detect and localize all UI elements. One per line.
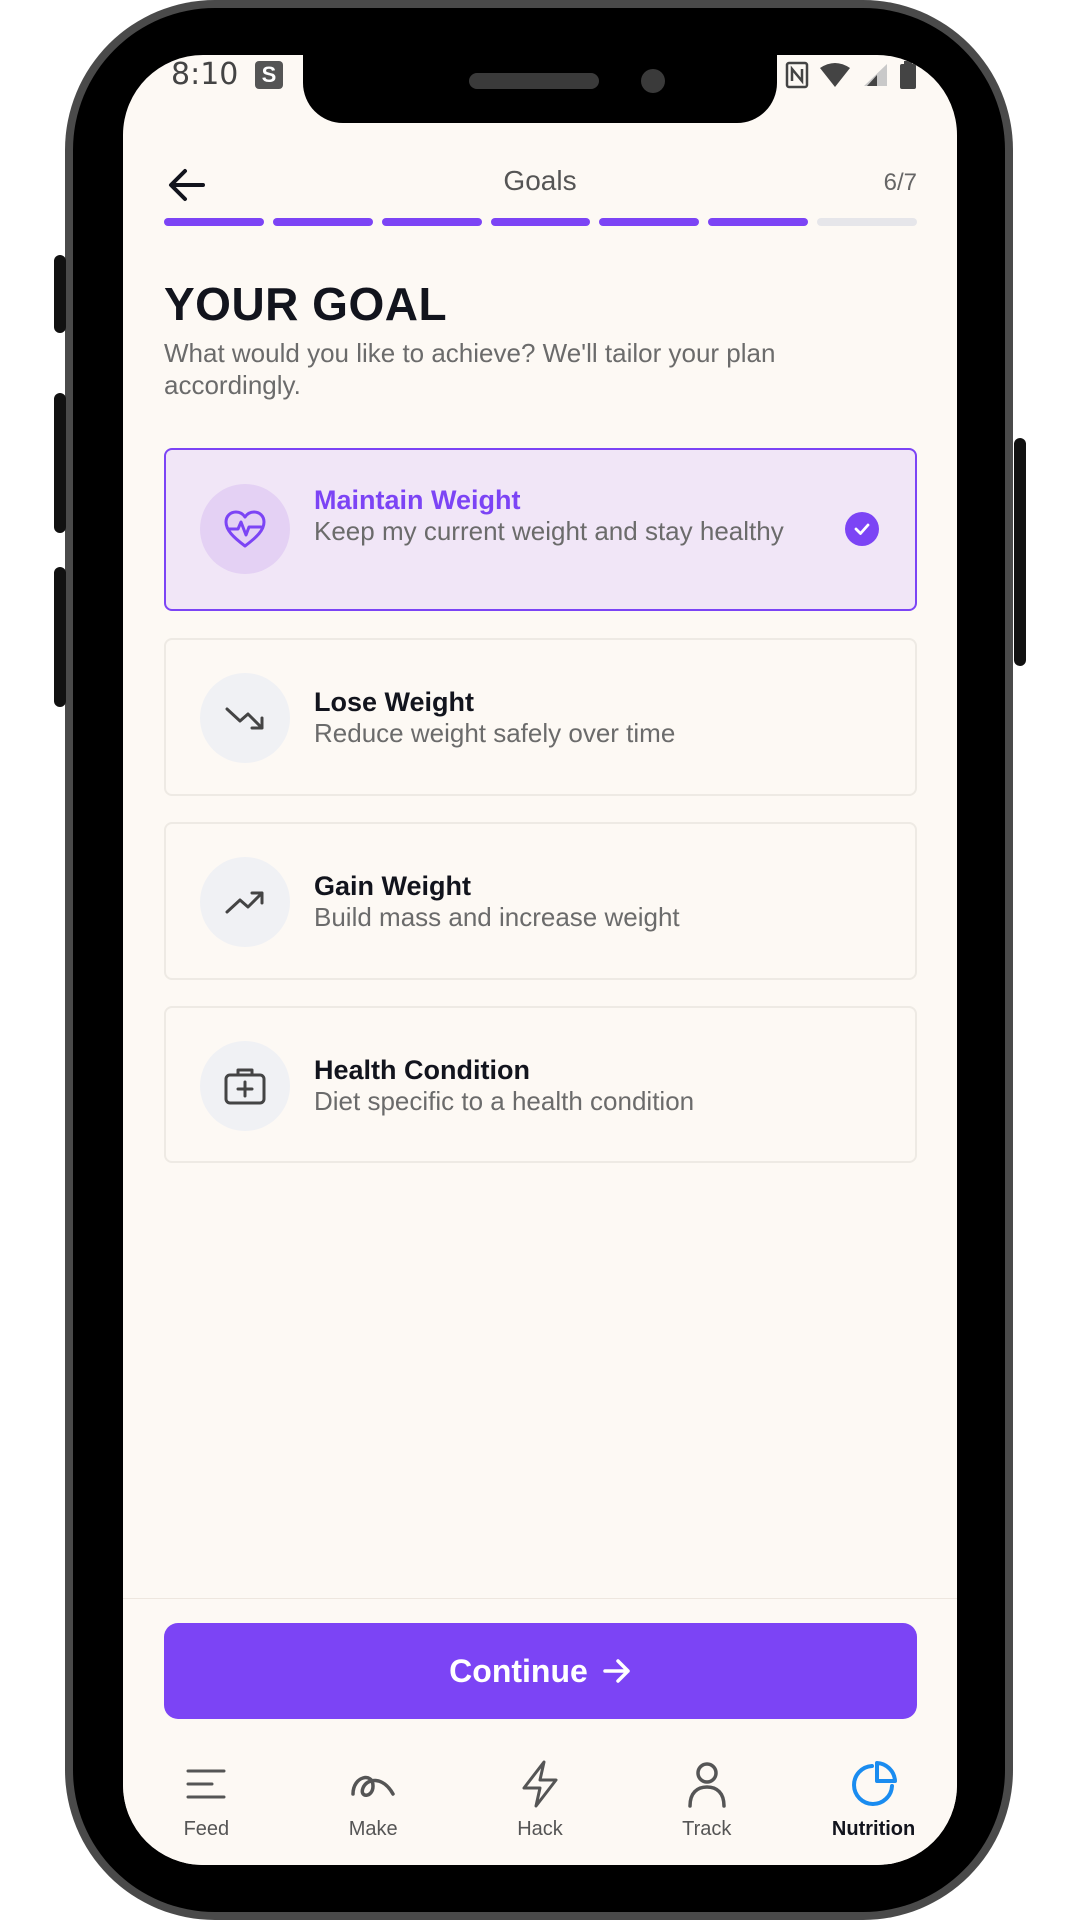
progress-segment bbox=[164, 218, 264, 226]
option-description: Keep my current weight and stay healthy bbox=[314, 516, 784, 546]
status-time: 8:10 bbox=[171, 57, 239, 92]
progress-segment bbox=[272, 218, 373, 226]
header: Goals 6/7 bbox=[123, 145, 957, 225]
progress-segment bbox=[708, 218, 809, 226]
signal-icon bbox=[864, 64, 887, 86]
tab-label: Track bbox=[682, 1818, 732, 1840]
make-icon bbox=[349, 1760, 397, 1808]
option-gain-weight[interactable]: Gain Weight Build mass and increase weig… bbox=[164, 822, 917, 980]
option-maintain-weight[interactable]: Maintain Weight Keep my current weight a… bbox=[164, 448, 917, 611]
option-title: Health Condition bbox=[314, 1055, 530, 1085]
progress-segment bbox=[381, 218, 482, 226]
bolt-icon bbox=[516, 1760, 564, 1808]
option-description: Diet specific to a health condition bbox=[314, 1086, 695, 1116]
trend-up-icon bbox=[225, 891, 264, 914]
feed-icon bbox=[182, 1760, 230, 1808]
camera-notch bbox=[303, 55, 777, 123]
side-button bbox=[54, 393, 66, 533]
tab-hack[interactable]: Hack bbox=[457, 1750, 624, 1865]
side-button bbox=[1014, 438, 1026, 666]
arrow-right-icon bbox=[603, 1659, 630, 1683]
footer-divider bbox=[123, 1598, 957, 1599]
option-text: Lose Weight Reduce weight safely over ti… bbox=[314, 686, 834, 749]
speaker-grille bbox=[469, 73, 599, 89]
progress-segment bbox=[599, 218, 700, 226]
tab-nutrition[interactable]: Nutrition bbox=[790, 1750, 957, 1865]
progress-segment bbox=[817, 218, 918, 226]
option-title: Lose Weight bbox=[314, 687, 475, 717]
option-text: Maintain Weight Keep my current weight a… bbox=[314, 484, 834, 547]
continue-button[interactable]: Continue bbox=[164, 1623, 917, 1719]
tab-label: Hack bbox=[517, 1818, 563, 1840]
option-text: Health Condition Diet specific to a heal… bbox=[314, 1054, 834, 1117]
nfc-icon bbox=[785, 61, 809, 89]
progress-segment bbox=[490, 218, 591, 226]
tab-label: Nutrition bbox=[831, 1818, 916, 1840]
option-text: Gain Weight Build mass and increase weig… bbox=[314, 870, 834, 933]
battery-icon bbox=[900, 61, 916, 89]
heart-pulse-icon bbox=[224, 510, 266, 548]
step-counter: 6/7 bbox=[883, 169, 917, 196]
option-health-condition[interactable]: Health Condition Diet specific to a heal… bbox=[164, 1006, 917, 1163]
tab-feed[interactable]: Feed bbox=[123, 1750, 290, 1865]
tab-label: Make bbox=[348, 1818, 398, 1840]
pie-chart-icon bbox=[850, 1760, 898, 1808]
option-icon-wrap bbox=[200, 1041, 290, 1131]
tab-label: Feed bbox=[183, 1818, 230, 1840]
trend-down-icon bbox=[225, 707, 264, 730]
wifi-icon bbox=[820, 63, 850, 87]
section-subtitle: What would you like to achieve? We'll ta… bbox=[164, 338, 776, 400]
app-screen: 8:10 S Goals 6/7 YOUR GOAL What would yo… bbox=[123, 55, 957, 1865]
option-icon-wrap bbox=[200, 857, 290, 947]
section-heading: YOUR GOAL bbox=[164, 278, 448, 330]
option-icon-wrap bbox=[200, 484, 290, 574]
status-app-badge: S bbox=[255, 61, 283, 89]
option-title: Gain Weight bbox=[314, 871, 472, 901]
bottom-tab-bar: Feed Make Hack Track Nutrition bbox=[123, 1750, 957, 1865]
status-icons bbox=[785, 61, 917, 89]
check-circle-icon bbox=[845, 512, 879, 546]
option-description: Build mass and increase weight bbox=[314, 902, 680, 932]
side-button bbox=[54, 255, 66, 333]
option-description: Reduce weight safely over time bbox=[314, 718, 676, 748]
option-title: Maintain Weight bbox=[314, 485, 521, 515]
front-camera bbox=[641, 69, 665, 93]
option-icon-wrap bbox=[200, 673, 290, 763]
page-title: Goals bbox=[503, 165, 577, 196]
medical-kit-icon bbox=[224, 1068, 266, 1105]
side-button bbox=[54, 567, 66, 707]
tab-track[interactable]: Track bbox=[623, 1750, 790, 1865]
progress-bar bbox=[164, 218, 918, 226]
tab-make[interactable]: Make bbox=[290, 1750, 457, 1865]
continue-label: Continue bbox=[449, 1652, 588, 1689]
option-lose-weight[interactable]: Lose Weight Reduce weight safely over ti… bbox=[164, 638, 917, 796]
person-icon bbox=[683, 1760, 731, 1808]
